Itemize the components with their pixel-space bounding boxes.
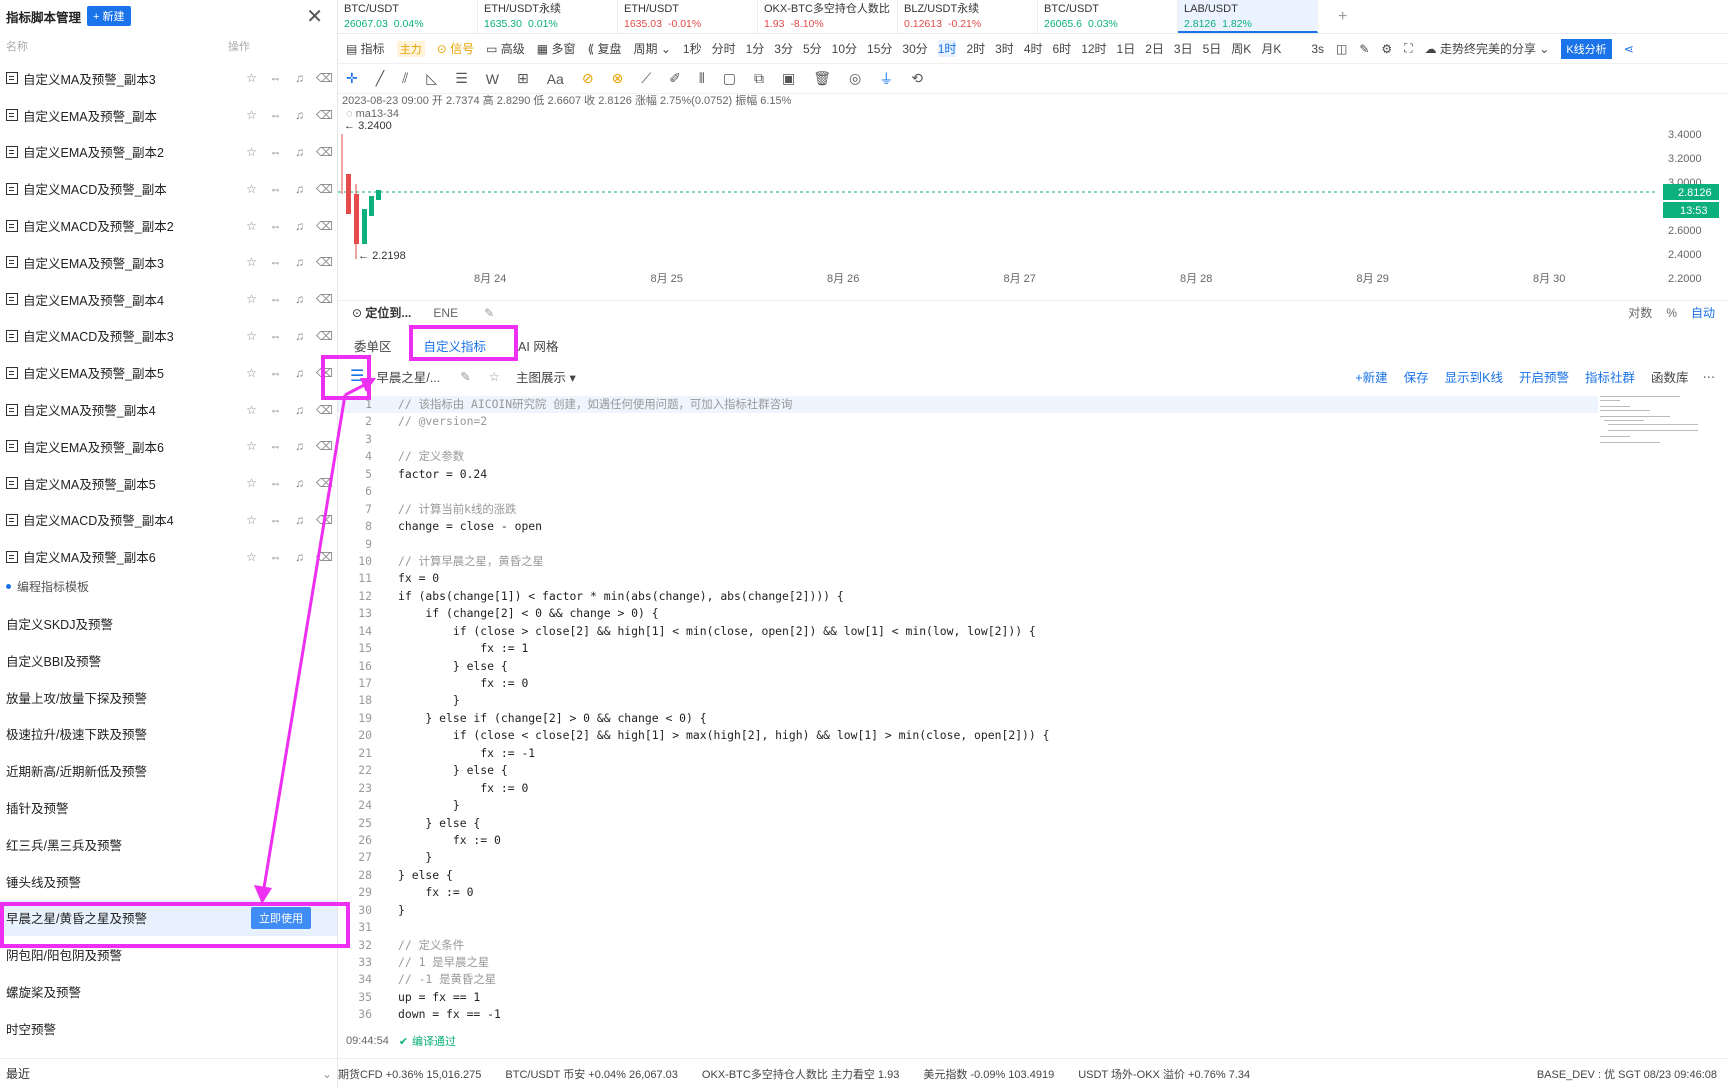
- annotation-arrow: [254, 378, 376, 904]
